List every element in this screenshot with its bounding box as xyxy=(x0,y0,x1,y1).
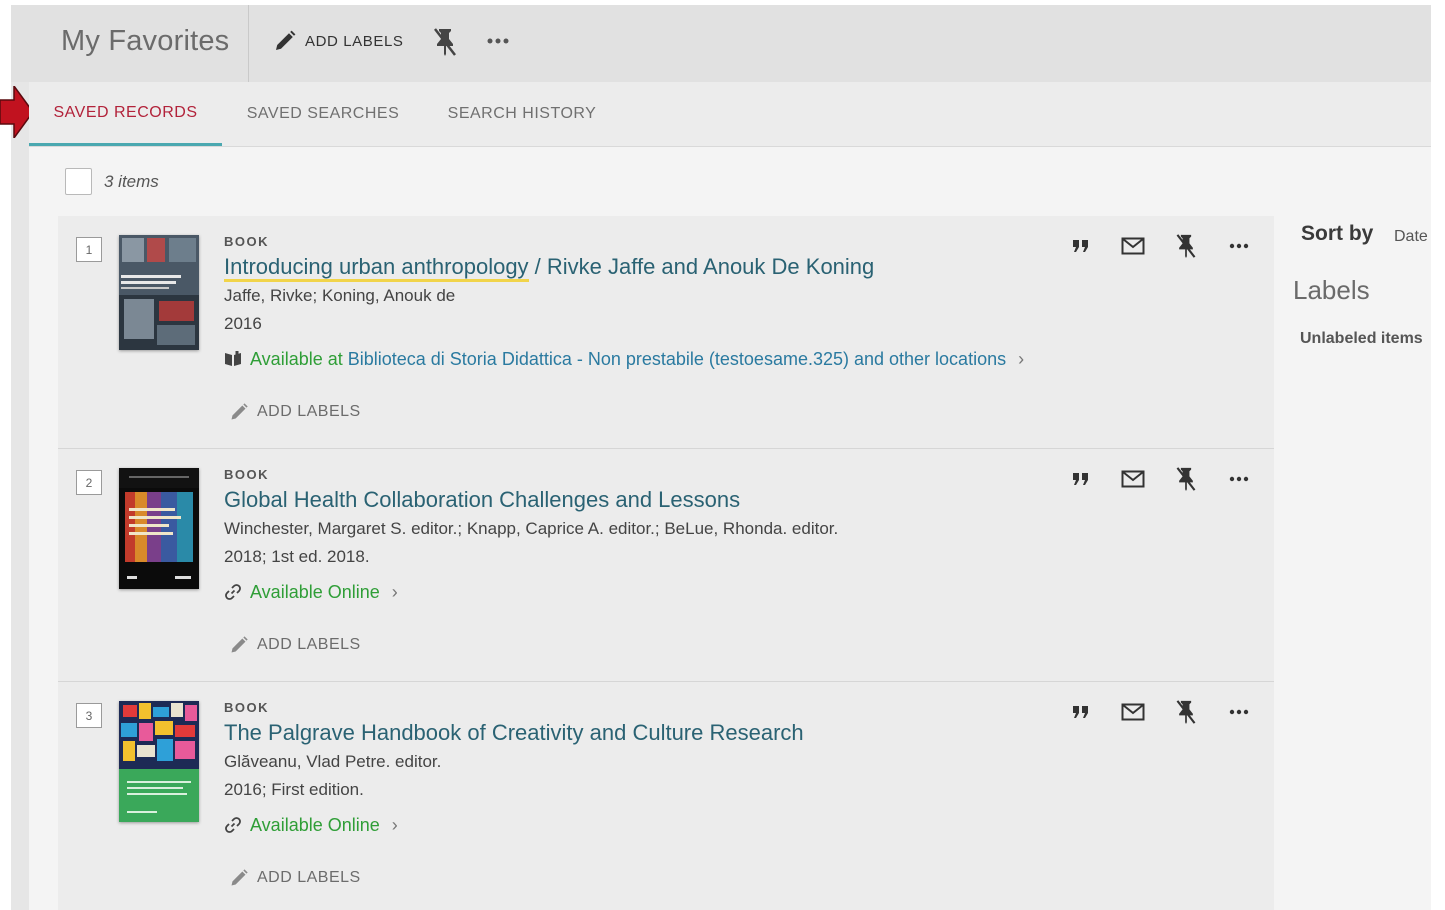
add-labels-button[interactable]: ADD LABELS xyxy=(273,27,404,55)
more-options-icon[interactable] xyxy=(1226,698,1252,726)
page-title: My Favorites xyxy=(61,25,230,57)
book-cover[interactable] xyxy=(119,235,199,350)
saved-records-panel: 3 items 1 BOOK Introducing urban anthrop… xyxy=(29,147,1431,910)
tab-saved-records[interactable]: SAVED RECORDS xyxy=(29,82,222,146)
record-type: BOOK xyxy=(224,467,269,482)
add-labels-label: ADD LABELS xyxy=(305,32,404,50)
left-margin-strip xyxy=(11,5,29,910)
record-add-labels-button[interactable]: ADD LABELS xyxy=(229,635,361,655)
record-title-link[interactable]: Global Health Collaboration Challenges a… xyxy=(224,485,1104,515)
pencil-icon xyxy=(231,403,248,420)
add-labels-label: ADD LABELS xyxy=(257,869,361,886)
facets-sidebar: Sort by Date Labels Unlabeled items xyxy=(1293,147,1431,910)
unpin-icon[interactable] xyxy=(1173,698,1199,726)
add-labels-label: ADD LABELS xyxy=(257,403,361,420)
select-all-row: 3 items xyxy=(65,168,159,195)
record-title-link[interactable]: Introducing urban anthropology / Rivke J… xyxy=(224,252,1104,282)
citation-icon[interactable] xyxy=(1068,232,1094,260)
record-number: 1 xyxy=(76,237,102,262)
citation-icon[interactable] xyxy=(1068,465,1094,493)
tab-search-history[interactable]: SEARCH HISTORY xyxy=(439,82,605,146)
tab-saved-searches[interactable]: SAVED SEARCHES xyxy=(239,82,407,146)
records-list: 1 BOOK Introducing urban anthropology / … xyxy=(58,216,1274,910)
record-item: 2 BOOK Global Health Collaboration Chall… xyxy=(58,449,1274,682)
link-icon xyxy=(225,817,241,833)
record-number: 2 xyxy=(76,470,102,495)
record-authors: Winchester, Margaret S. editor.; Knapp, … xyxy=(224,519,839,538)
add-labels-label: ADD LABELS xyxy=(257,636,361,653)
record-details: BOOK Global Health Collaboration Challen… xyxy=(224,467,1104,605)
email-icon[interactable] xyxy=(1120,698,1146,726)
favorites-tabs: SAVED RECORDS SAVED SEARCHES SEARCH HIST… xyxy=(29,82,1431,147)
email-icon[interactable] xyxy=(1120,232,1146,260)
record-title-main: Introducing urban anthropology xyxy=(224,254,529,282)
record-authors: Jaffe, Rivke; Koning, Anouk de xyxy=(224,286,456,305)
more-options-icon[interactable] xyxy=(1226,465,1252,493)
record-date: 2016 xyxy=(224,314,262,333)
record-date: 2016; First edition. xyxy=(224,780,364,799)
more-options-icon[interactable] xyxy=(1226,232,1252,260)
availability-link[interactable]: Available Online › xyxy=(224,579,1104,605)
chevron-right-icon: › xyxy=(1018,348,1025,369)
record-type: BOOK xyxy=(224,234,269,249)
record-add-labels-button[interactable]: ADD LABELS xyxy=(229,868,361,888)
unpin-icon[interactable] xyxy=(1173,465,1199,493)
sort-by-select[interactable]: Date xyxy=(1394,228,1428,246)
book-cover[interactable] xyxy=(119,701,199,822)
chevron-right-icon: › xyxy=(391,814,398,835)
book-cover[interactable] xyxy=(119,468,199,589)
citation-icon[interactable] xyxy=(1068,698,1094,726)
record-details: BOOK Introducing urban anthropology / Ri… xyxy=(224,234,1104,372)
pencil-icon xyxy=(231,869,248,886)
email-icon[interactable] xyxy=(1120,465,1146,493)
record-add-labels-button[interactable]: ADD LABELS xyxy=(229,402,361,422)
availability-location: Biblioteca di Storia Didattica - Non pre… xyxy=(347,348,1007,369)
record-item: 1 BOOK Introducing urban anthropology / … xyxy=(58,216,1274,449)
unpin-icon[interactable] xyxy=(1173,232,1199,260)
pencil-icon xyxy=(276,30,296,50)
record-authors: Glăveanu, Vlad Petre. editor. xyxy=(224,752,442,771)
availability-status: Available Online xyxy=(250,581,380,602)
more-options-icon[interactable] xyxy=(485,31,511,51)
pencil-icon xyxy=(231,636,248,653)
items-count: 3 items xyxy=(104,171,159,191)
record-actions xyxy=(1068,465,1258,493)
book-icon xyxy=(225,351,241,366)
record-details: BOOK The Palgrave Handbook of Creativity… xyxy=(224,700,1104,838)
availability-link[interactable]: Available Online › xyxy=(224,812,1104,838)
record-title-main: The Palgrave Handbook of Creativity and … xyxy=(224,720,804,745)
labels-heading: Labels xyxy=(1293,275,1370,305)
record-title-rest: / Rivke Jaffe and Anouk De Koning xyxy=(528,254,875,279)
record-number: 3 xyxy=(76,703,102,728)
record-type: BOOK xyxy=(224,700,269,715)
availability-link[interactable]: Available at Biblioteca di Storia Didatt… xyxy=(224,346,1104,372)
record-title-link[interactable]: The Palgrave Handbook of Creativity and … xyxy=(224,718,1104,748)
sort-by-label: Sort by xyxy=(1301,222,1374,245)
link-icon xyxy=(225,584,241,600)
record-date: 2018; 1st ed. 2018. xyxy=(224,547,370,566)
availability-status: Available at xyxy=(250,348,343,369)
record-item: 3 BOOK The Palgrave Handbook of Creativi… xyxy=(58,682,1274,910)
unpin-icon[interactable] xyxy=(431,26,459,58)
select-all-checkbox[interactable] xyxy=(65,168,92,195)
availability-status: Available Online xyxy=(250,814,380,835)
toolbar-divider xyxy=(248,5,249,82)
unlabeled-items-link[interactable]: Unlabeled items xyxy=(1300,330,1423,348)
record-actions xyxy=(1068,698,1258,726)
record-title-main: Global Health Collaboration Challenges a… xyxy=(224,487,741,512)
record-actions xyxy=(1068,232,1258,260)
favorites-toolbar: My Favorites ADD LABELS xyxy=(11,5,1431,82)
chevron-right-icon: › xyxy=(391,581,398,602)
